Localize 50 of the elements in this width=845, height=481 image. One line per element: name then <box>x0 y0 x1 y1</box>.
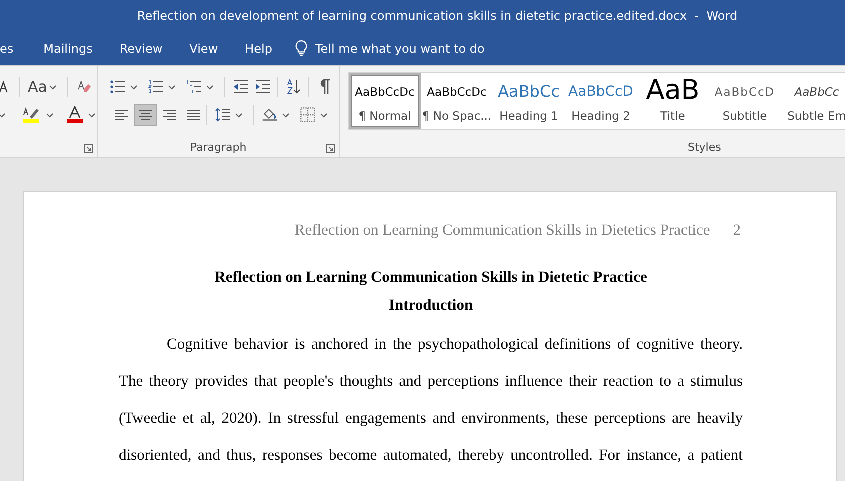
caret-icon[interactable] <box>168 84 176 90</box>
grow-font-icon[interactable] <box>0 79 9 95</box>
line-spacing-icon[interactable] <box>215 107 231 123</box>
sort-icon[interactable] <box>286 79 302 95</box>
eraser-icon[interactable] <box>76 79 92 95</box>
caret-icon[interactable] <box>282 112 290 118</box>
tell-me-field[interactable]: Tell me what you want to do <box>316 42 485 56</box>
document-title: Reflection on Learning Communication Skills in Dietetic Practice <box>214 269 648 287</box>
style-option[interactable]: AaBbCcDc ¶ Normal <box>349 73 421 129</box>
borders-icon[interactable] <box>300 107 316 123</box>
caret-icon[interactable] <box>130 84 138 90</box>
group-label: Styles <box>688 140 722 154</box>
dialog-launcher-icon[interactable] <box>326 144 335 153</box>
caret-icon[interactable] <box>320 112 328 118</box>
dialog-launcher-icon[interactable] <box>84 144 93 153</box>
body-text-line: disoriented, and thus, responses become automated, thereby uncontrolled. For instance, a patient <box>119 446 743 466</box>
increase-indent-icon[interactable] <box>255 79 271 95</box>
text-align-icon <box>186 109 200 121</box>
page-number: 2 <box>733 222 741 240</box>
text-align-icon <box>138 109 152 121</box>
caret-icon[interactable] <box>235 112 243 118</box>
caret-icon[interactable] <box>206 84 214 90</box>
caret-icon[interactable] <box>0 112 6 118</box>
body-text-line: Cognitive behavior is anchored in the psychopathological definitions of cognitive theory. <box>166 335 743 355</box>
body-text-line: The theory provides that people's thoughts and perceptions influence their reaction to a stimulus <box>119 372 743 392</box>
shading-icon[interactable] <box>262 107 278 123</box>
change-case-button[interactable]: Aa <box>28 78 52 96</box>
section-heading: Introduction <box>388 297 474 315</box>
caret-icon[interactable] <box>49 84 58 90</box>
caret-icon[interactable] <box>88 112 96 118</box>
ribbon-tab[interactable]: Help <box>236 36 282 62</box>
ribbon-tab[interactable]: es <box>0 36 23 62</box>
decrease-indent-icon[interactable] <box>233 79 249 95</box>
running-head: Reflection on Learning Communication Skills in Dietetics Practice <box>294 222 710 240</box>
ribbon-tab[interactable]: View <box>180 36 228 62</box>
text-align-icon <box>114 109 128 121</box>
alignment-button[interactable] <box>134 104 157 126</box>
window-title: Reflection on development of learning communication skills in dietetic practice.edited.docx - Word <box>137 9 738 23</box>
caret-icon[interactable] <box>46 112 54 118</box>
multilevel-list-icon[interactable] <box>186 79 202 95</box>
numbering-icon[interactable] <box>148 79 164 95</box>
font-color-icon[interactable] <box>66 106 84 124</box>
ribbon-tab[interactable]: Mailings <box>34 36 102 62</box>
text-align-icon <box>162 109 176 121</box>
lightbulb-icon <box>294 40 308 57</box>
highlighter-icon[interactable] <box>22 106 42 124</box>
bullets-icon[interactable] <box>110 79 126 95</box>
group-label: Paragraph <box>190 140 247 154</box>
body-text-line: (Tweedie et al, 2020). In stressful engagements and environments, these perceptions are heavily <box>119 409 743 429</box>
ribbon-tab[interactable]: Review <box>110 36 172 62</box>
